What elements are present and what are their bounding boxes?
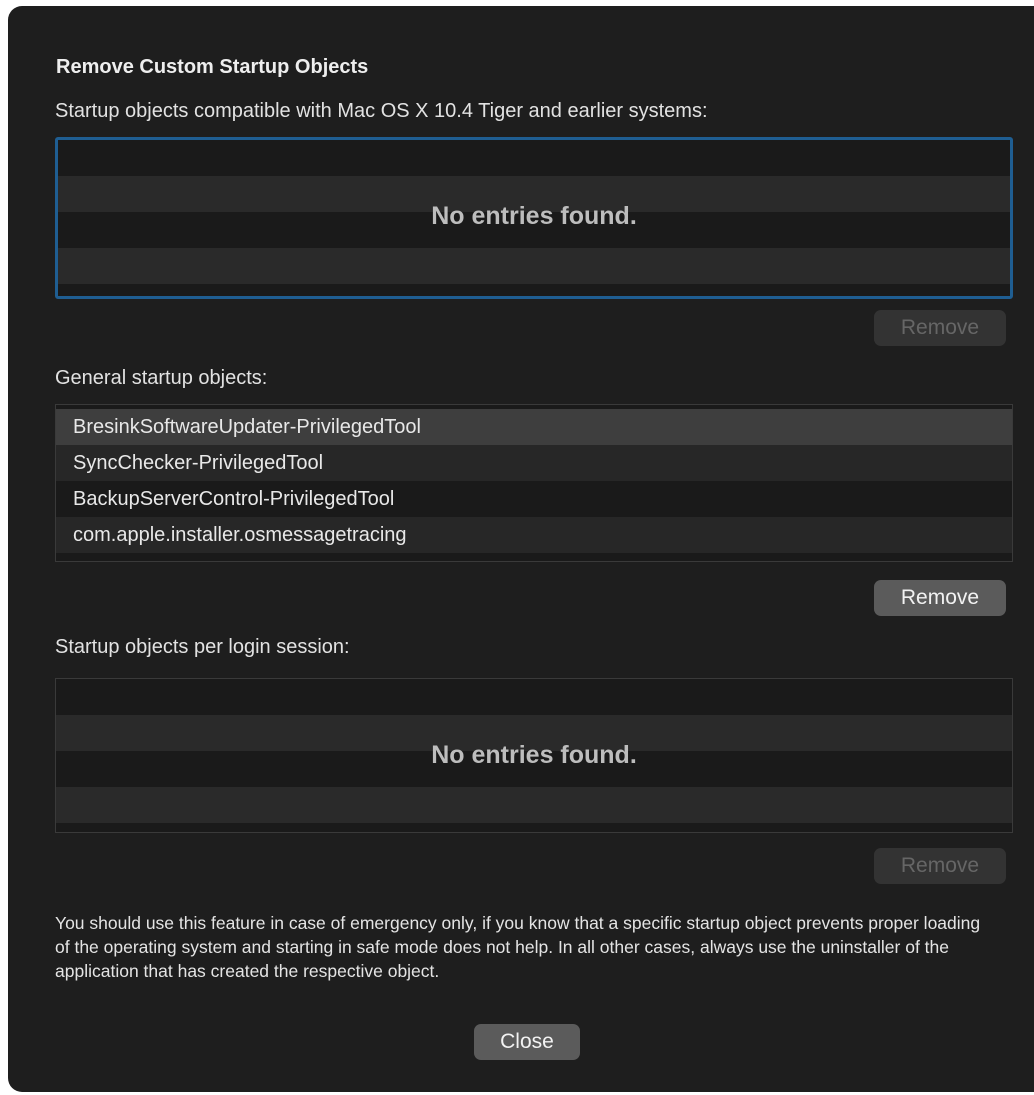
legacy-empty-message: No entries found.	[431, 202, 637, 230]
close-button[interactable]: Close	[474, 1024, 580, 1060]
login-remove-button[interactable]: Remove	[874, 848, 1006, 884]
legacy-startup-list[interactable]: No entries found.	[55, 137, 1013, 299]
list-item[interactable]: BackupServerControl-PrivilegedTool	[56, 481, 1012, 517]
warning-note: You should use this feature in case of e…	[55, 913, 981, 981]
general-remove-button[interactable]: Remove	[874, 580, 1006, 616]
general-section-label: General startup objects:	[55, 367, 268, 389]
legacy-section-label: Startup objects compatible with Mac OS X…	[55, 100, 708, 122]
general-startup-list[interactable]: BresinkSoftwareUpdater-PrivilegedTool Sy…	[55, 404, 1013, 562]
login-empty-message: No entries found.	[431, 741, 637, 769]
startup-objects-dialog: Remove Custom Startup Objects Startup ob…	[8, 6, 1034, 1092]
login-section-label: Startup objects per login session:	[55, 636, 350, 658]
dialog-title: Remove Custom Startup Objects	[56, 56, 369, 78]
list-item[interactable]: com.apple.installer.osmessagetracing	[56, 517, 1012, 553]
login-startup-list[interactable]: No entries found.	[55, 678, 1013, 833]
list-item[interactable]: SyncChecker-PrivilegedTool	[56, 445, 1012, 481]
legacy-remove-button[interactable]: Remove	[874, 310, 1006, 346]
list-item[interactable]: BresinkSoftwareUpdater-PrivilegedTool	[56, 409, 1012, 445]
